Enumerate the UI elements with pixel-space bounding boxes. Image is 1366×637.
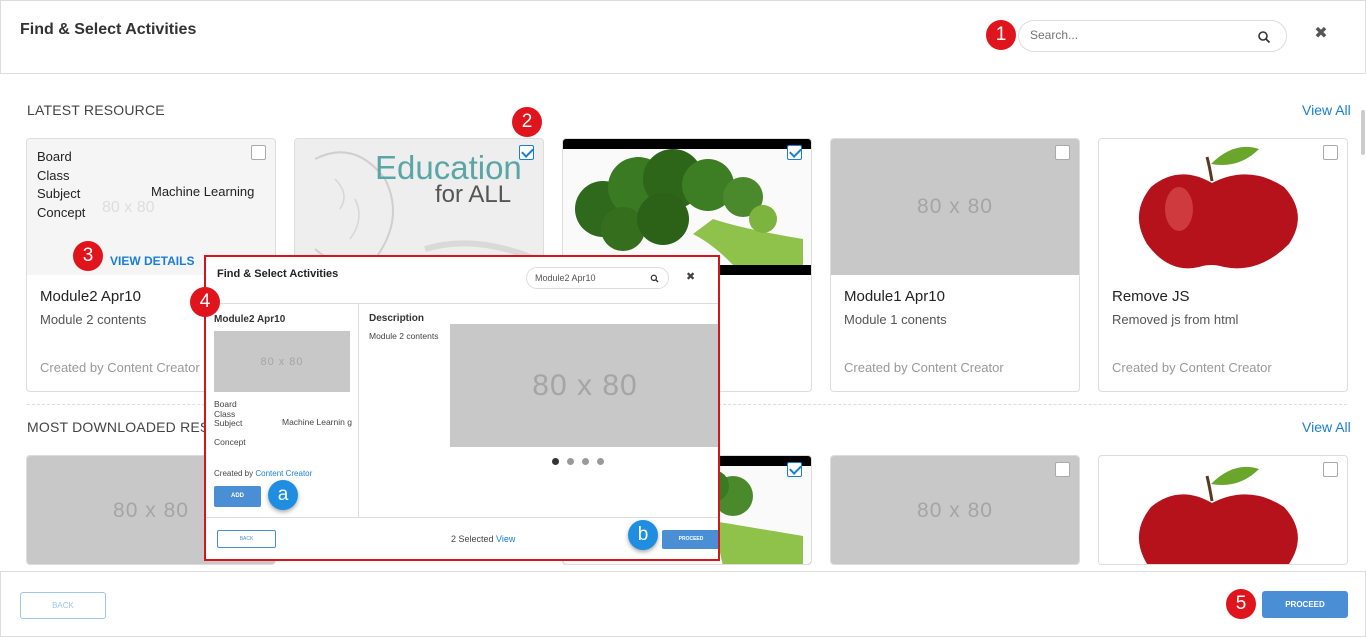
preview-image-placeholder: 80 x 80: [450, 324, 718, 447]
search-icon[interactable]: [650, 274, 659, 283]
image-caption-for-all: for ALL: [435, 181, 512, 208]
card-title: Module1 Apr10: [844, 288, 945, 305]
popup-back-button[interactable]: BACK: [217, 530, 276, 548]
most-downloaded-view-all-link[interactable]: View All: [1302, 419, 1351, 435]
view-details-link[interactable]: VIEW DETAILS: [110, 254, 194, 268]
select-checkbox[interactable]: [519, 145, 534, 160]
card-author: Created by Content Creator: [1112, 360, 1272, 375]
card-meta-labels: Board Class Subject Concept: [37, 148, 85, 222]
description-heading: Description: [369, 313, 425, 324]
add-button[interactable]: ADD: [214, 486, 261, 507]
concept-label: Concept: [214, 436, 246, 447]
card-title: Remove JS: [1112, 288, 1190, 305]
select-checkbox[interactable]: [787, 145, 802, 160]
popup-search-value[interactable]: Module2 Apr10: [535, 273, 596, 283]
carousel-dot[interactable]: [597, 458, 604, 465]
concept-label: Concept: [37, 204, 86, 220]
close-icon[interactable]: ✖: [686, 270, 695, 283]
author-link[interactable]: Content Creator: [255, 469, 312, 478]
carousel-dot[interactable]: [567, 458, 574, 465]
search-icon[interactable]: [1257, 30, 1271, 44]
resource-card[interactable]: 80 x 80: [830, 455, 1080, 565]
resource-card[interactable]: 80 x 80 Module1 Apr10 Module 1 conents C…: [830, 138, 1080, 392]
apple-image: [1099, 139, 1347, 275]
popup-created-by: Created by Content Creator: [214, 469, 312, 478]
carousel-dot[interactable]: [582, 458, 589, 465]
modal-header: Find & Select Activities ✖: [0, 0, 1366, 74]
selected-count: 2 Selected View: [451, 534, 515, 544]
apple-image: [1099, 456, 1347, 564]
popup-footer-divider: [206, 517, 718, 518]
created-by-prefix: Created by: [214, 469, 254, 478]
popup-module-title: Module2 Apr10: [214, 314, 286, 325]
carousel-dot[interactable]: [552, 458, 559, 465]
resource-card[interactable]: Remove JS Removed js from html Created b…: [1098, 138, 1348, 392]
select-checkbox[interactable]: [251, 145, 266, 160]
class-label: Class: [37, 167, 70, 183]
apple-illustration: [1138, 146, 1298, 269]
select-checkbox[interactable]: [1055, 145, 1070, 160]
select-checkbox[interactable]: [1323, 145, 1338, 160]
thumbnail-placeholder: 80 x 80: [831, 456, 1079, 564]
placeholder-watermark: 80 x 80: [102, 199, 155, 216]
annotation-marker-a: a: [268, 480, 298, 510]
annotation-marker-2: 2: [512, 107, 542, 137]
description-text: Module 2 contents: [369, 331, 439, 341]
popup-search-box[interactable]: Module2 Apr10: [526, 267, 669, 289]
view-selected-link[interactable]: View: [496, 534, 515, 544]
select-checkbox[interactable]: [1323, 462, 1338, 477]
annotation-marker-b: b: [628, 520, 658, 550]
back-button[interactable]: BACK: [20, 592, 106, 619]
resource-card[interactable]: [1098, 455, 1348, 565]
annotation-marker-3: 3: [73, 241, 103, 271]
select-checkbox[interactable]: [1055, 462, 1070, 477]
select-checkbox[interactable]: [787, 462, 802, 477]
close-icon[interactable]: ✖: [1313, 25, 1329, 43]
subject-label: Subject: [214, 418, 243, 428]
popup-proceed-button[interactable]: PROCEED: [662, 530, 718, 549]
proceed-button[interactable]: PROCEED: [1262, 591, 1348, 618]
search-box[interactable]: [1018, 20, 1287, 52]
card-description: Module 1 conents: [844, 312, 947, 327]
popup-title: Find & Select Activities: [217, 268, 339, 280]
annotation-marker-1: 1: [986, 20, 1016, 50]
subject-value: Machine Learnin g: [282, 417, 352, 427]
subject-value: Machine Learning: [151, 184, 255, 199]
card-description: Removed js from html: [1112, 312, 1239, 327]
carousel-dots: [552, 458, 604, 465]
scrollbar-thumb[interactable]: [1361, 110, 1365, 155]
search-input[interactable]: [1030, 28, 1250, 42]
popup-thumbnail: 80 x 80: [214, 331, 350, 392]
details-popup-inset: Find & Select Activities Module2 Apr10 ✖…: [204, 255, 720, 561]
latest-resource-heading: LATEST RESOURCE: [27, 102, 165, 118]
page-title: Find & Select Activities: [20, 21, 197, 38]
card-description: Module 2 contents: [40, 312, 147, 327]
card-title: Module2 Apr10: [40, 288, 141, 305]
card-author: Created by Content Creator: [844, 360, 1004, 375]
annotation-marker-4: 4: [190, 287, 220, 317]
subject-label: Subject: [37, 186, 81, 201]
apple-illustration: [1138, 466, 1298, 564]
card-author: Created by Content Creator: [40, 360, 200, 375]
thumbnail-placeholder: 80 x 80: [831, 139, 1079, 275]
annotation-marker-5: 5: [1226, 589, 1256, 619]
selected-count-text: 2 Selected: [451, 534, 494, 544]
popup-meta-labels: Board Class Subject Concept: [214, 399, 246, 447]
board-label: Board: [37, 149, 72, 164]
latest-view-all-link[interactable]: View All: [1302, 102, 1351, 118]
modal-footer: BACK PROCEED: [0, 571, 1366, 637]
